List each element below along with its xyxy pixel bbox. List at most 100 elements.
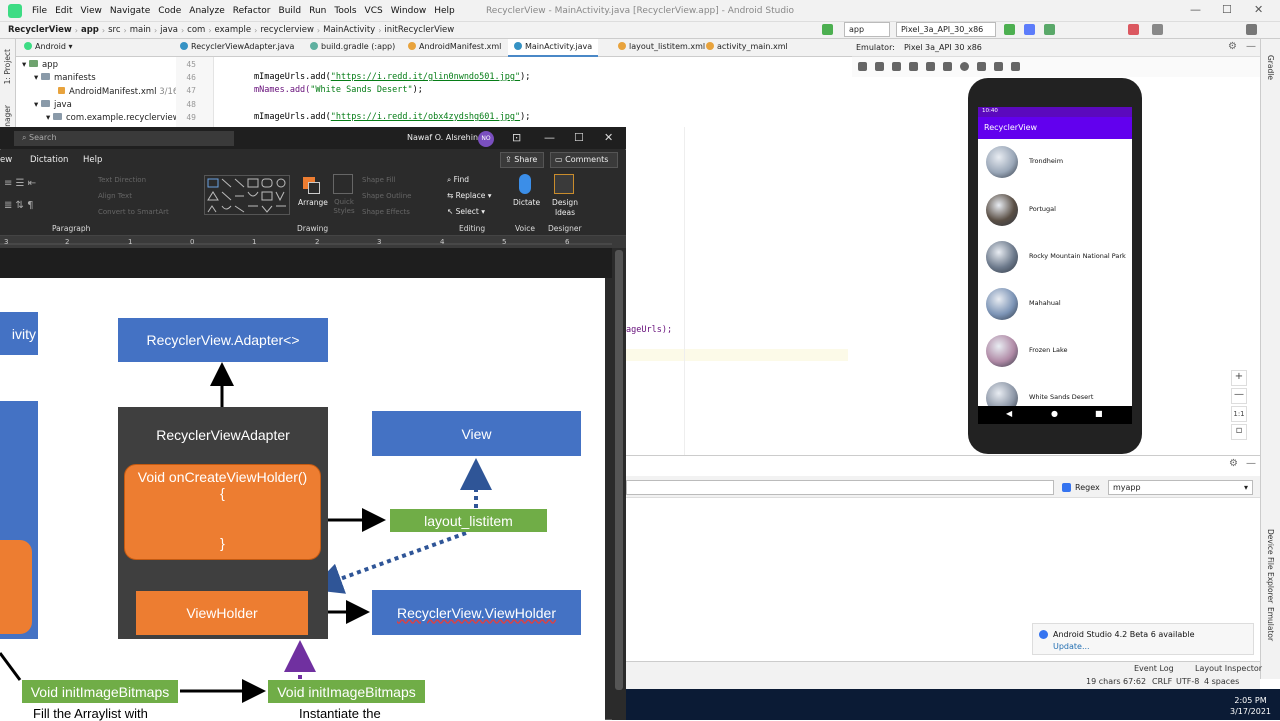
breadcrumb-com[interactable]: com [187, 25, 205, 35]
breadcrumb-project[interactable]: RecyclerView [8, 25, 72, 35]
zoom-out-button[interactable]: — [1231, 388, 1247, 404]
breadcrumb-main[interactable]: main [130, 25, 151, 35]
avatar[interactable]: NO [478, 131, 494, 147]
rotate-right-icon[interactable] [926, 62, 935, 71]
emulator-device-tab[interactable]: Pixel 3a_API 30 x86 [904, 43, 982, 52]
breadcrumb-module[interactable]: app [81, 25, 99, 35]
share-button[interactable]: ⇪ Share [500, 152, 544, 168]
zoom-actual-button[interactable]: 1:1 [1231, 406, 1247, 422]
tab-mainactivity[interactable]: MainActivity.java [508, 39, 599, 57]
gear-icon[interactable]: ⚙ [1228, 41, 1237, 52]
indent-icon[interactable]: ≡ ☰ ⇤ [4, 178, 36, 189]
shape-outline-button[interactable]: Shape Outline [362, 192, 411, 200]
taskbar-clock[interactable]: 2:05 PM 3/17/2021 [1230, 695, 1271, 717]
indent-setting[interactable]: 4 spaces [1204, 677, 1239, 686]
hide-icon[interactable]: — [1246, 41, 1256, 52]
shapes-gallery[interactable] [204, 175, 290, 215]
word-close-icon[interactable]: ✕ [604, 131, 613, 144]
nav-back-icon[interactable]: ◀ [1006, 409, 1012, 418]
shape-fill-button[interactable]: Shape Fill [362, 176, 396, 184]
tab-recyclerviewadapter[interactable]: RecyclerViewAdapter.java [174, 39, 300, 57]
tab-dictation[interactable]: Dictation [30, 155, 68, 165]
breadcrumb-method[interactable]: initRecyclerView [384, 25, 454, 35]
hide-icon[interactable]: — [1246, 458, 1256, 469]
coverage-icon[interactable] [1044, 24, 1055, 35]
word-scrollbar-thumb[interactable] [615, 250, 623, 690]
gradle-tool-tab[interactable]: Gradle [1266, 55, 1275, 80]
design-ideas-button[interactable]: Design Ideas [552, 198, 578, 218]
sync-icon[interactable] [1152, 24, 1163, 35]
tab-activity-main[interactable]: activity_main.xml [700, 39, 794, 57]
list-item[interactable]: Frozen Lake [986, 335, 1126, 369]
close-icon[interactable]: ✕ [1254, 3, 1263, 16]
menu-run[interactable]: Run [305, 6, 330, 16]
project-tool-tab[interactable]: 1: Project [3, 49, 12, 84]
find-button[interactable]: ⌕ Find [447, 175, 469, 185]
breadcrumb-mainactivity[interactable]: MainActivity [323, 25, 375, 35]
rerun-icon[interactable] [1004, 24, 1015, 35]
layout-inspector-button[interactable]: Layout Inspector [1195, 664, 1262, 673]
menu-tools[interactable]: Tools [330, 6, 360, 16]
list-item[interactable]: Rocky Mountain National Park [986, 241, 1126, 275]
menu-vcs[interactable]: VCS [361, 6, 387, 16]
project-view-select[interactable]: Android ▾ [18, 39, 79, 57]
word-minimize-icon[interactable]: — [544, 131, 555, 144]
run-config-select[interactable]: app [844, 22, 890, 37]
menu-file[interactable]: File [28, 6, 51, 16]
menu-analyze[interactable]: Analyze [185, 6, 228, 16]
dictate-button[interactable]: Dictate [513, 198, 540, 207]
microphone-icon[interactable] [519, 174, 531, 194]
select-button[interactable]: ↖ Select ▾ [447, 207, 485, 216]
menu-refactor[interactable]: Refactor [229, 6, 275, 16]
zoom-in-button[interactable]: + [1231, 370, 1247, 386]
nav-home-icon[interactable]: ● [1051, 409, 1058, 418]
power-icon[interactable] [858, 62, 867, 71]
tab-help[interactable]: Help [83, 155, 102, 165]
rotate-left-icon[interactable] [909, 62, 918, 71]
menu-edit[interactable]: Edit [51, 6, 76, 16]
quick-styles-icon[interactable] [333, 174, 353, 194]
debug-icon[interactable] [1024, 24, 1035, 35]
volume-down-icon[interactable] [892, 62, 901, 71]
tree-manifests[interactable]: ▾ manifests [34, 73, 96, 83]
replace-button[interactable]: ⇆ Replace ▾ [447, 191, 492, 200]
update-link[interactable]: Update... [1053, 642, 1090, 651]
line-separator[interactable]: CRLF [1152, 677, 1172, 686]
arrange-icon[interactable] [301, 175, 321, 195]
breadcrumb-src[interactable]: src [108, 25, 120, 35]
design-ideas-icon[interactable] [554, 174, 574, 194]
list-item[interactable]: Portugal [986, 194, 1126, 228]
list-item[interactable]: Trondheim [986, 146, 1126, 180]
search-icon[interactable] [1246, 24, 1257, 35]
tree-package[interactable]: ▾ com.example.recyclerview [46, 113, 180, 123]
tab-view[interactable]: ew [0, 155, 12, 165]
zoom-fit-button[interactable]: ▫ [1231, 424, 1247, 440]
breadcrumb-recyclerview[interactable]: recyclerview [260, 25, 314, 35]
convert-smartart-button[interactable]: Convert to SmartArt [98, 208, 169, 216]
logcat-search-input[interactable] [626, 480, 1054, 495]
maximize-icon[interactable]: ☐ [1222, 3, 1232, 16]
quick-styles-label[interactable]: Quick Styles [329, 198, 359, 216]
menu-code[interactable]: Code [154, 6, 185, 16]
document-page[interactable]: ivity RecyclerView.Adapter<> RecyclerVie… [0, 278, 605, 721]
ribbon-display-icon[interactable]: ⊡ [512, 131, 521, 144]
menu-navigate[interactable]: Navigate [106, 6, 154, 16]
volume-up-icon[interactable] [875, 62, 884, 71]
horizontal-ruler[interactable]: 3 2 1 0 1 2 3 4 5 6 [0, 236, 626, 248]
zoom-icon[interactable] [1011, 62, 1020, 71]
tree-java[interactable]: ▾ java [34, 100, 72, 110]
breadcrumb-example[interactable]: example [215, 25, 252, 35]
camera-icon[interactable] [994, 62, 1003, 71]
device-file-explorer-tab[interactable]: Device File Explorer [1266, 529, 1275, 603]
hammer-icon[interactable] [822, 24, 833, 35]
home-icon[interactable] [960, 62, 969, 71]
breadcrumb-java[interactable]: java [160, 25, 178, 35]
menu-help[interactable]: Help [430, 6, 459, 16]
file-encoding[interactable]: UTF-8 [1176, 677, 1199, 686]
word-search-input[interactable]: ⌕ Search [14, 131, 234, 146]
align-text-button[interactable]: Align Text [98, 192, 132, 200]
gear-icon[interactable]: ⚙ [1229, 458, 1238, 469]
menu-view[interactable]: View [77, 6, 106, 16]
event-log-button[interactable]: Event Log [1134, 664, 1174, 673]
overview-icon[interactable] [977, 62, 986, 71]
